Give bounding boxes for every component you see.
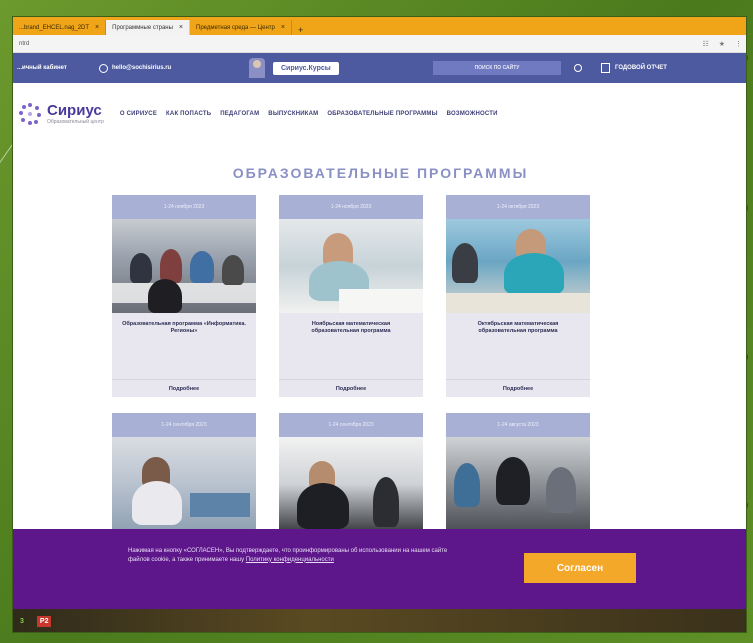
- cookie-banner: Нажимая на кнопку «СОГЛАСЕН», Вы подтвер…: [13, 529, 746, 609]
- card-title: Ноябрьская математическая образовательна…: [311, 321, 391, 335]
- taskbar-item[interactable]: 3: [17, 616, 27, 627]
- card-date: 1-24 сентября 2023: [112, 413, 256, 437]
- site-search-input[interactable]: ПОИСК ПО САЙТУ: [433, 61, 561, 75]
- card-photo: [279, 219, 423, 313]
- program-card[interactable]: 1-24 сентября 2023: [279, 413, 423, 531]
- nav-how-to-apply[interactable]: КАК ПОПАСТЬ: [166, 111, 211, 117]
- taskbar-item[interactable]: P2: [36, 616, 52, 627]
- card-date: 1-24 октября 2023: [446, 195, 590, 219]
- program-card[interactable]: 1-24 сентября 2023: [112, 413, 256, 531]
- browser-tab[interactable]: ...brand_EHCEL.nag_2DT ×: [13, 20, 107, 35]
- close-icon[interactable]: ×: [95, 24, 99, 31]
- close-icon[interactable]: ×: [281, 24, 285, 31]
- screenshot: ...brand_EHCEL.nag_2DT × Программные стр…: [12, 16, 747, 633]
- card-title: Октябрьская математическая образовательн…: [477, 321, 559, 335]
- site-top-bar: ...ичный кабинет hello@sochisirius.ru Си…: [13, 53, 746, 83]
- email-icon: [99, 63, 108, 73]
- annual-report-link[interactable]: ГОДОВОЙ ОТЧЕТ: [615, 65, 667, 71]
- details-link[interactable]: Подробнее: [279, 379, 423, 397]
- browser-tab-active[interactable]: Программные страны ×: [106, 20, 191, 35]
- page-title: ОБРАЗОВАТЕЛЬНЫЕ ПРОГРАММЫ: [232, 165, 529, 181]
- privacy-policy-link[interactable]: Политику конфиденциальности: [246, 557, 334, 563]
- nav-programs[interactable]: ОБРАЗОВАТЕЛЬНЫЕ ПРОГРАММЫ: [327, 111, 437, 117]
- card-photo: [446, 219, 590, 313]
- logo-name: Сириус: [47, 102, 102, 119]
- taskbar: 3 P2: [13, 609, 746, 632]
- bookmark-icon[interactable]: ★: [719, 40, 725, 48]
- card-date: 1-24 ноября 2023: [279, 195, 423, 219]
- close-icon[interactable]: ×: [179, 24, 183, 31]
- card-title: Образовательная программа «Информатика. …: [122, 321, 246, 335]
- tab-label: Программные страны: [112, 24, 173, 31]
- address-text[interactable]: ntrd: [19, 41, 702, 47]
- program-card[interactable]: 1-24 октября 2023 Октябрьская математиче…: [446, 195, 590, 397]
- cookie-message: Нажимая на кнопку «СОГЛАСЕН», Вы подтвер…: [128, 547, 468, 564]
- browser-tab-bar: ...brand_EHCEL.nag_2DT × Программные стр…: [13, 17, 746, 35]
- new-tab-button[interactable]: +: [292, 25, 309, 35]
- nav-teachers[interactable]: ПЕДАГОГАМ: [220, 111, 259, 117]
- card-date: 1-24 августа 2023: [446, 413, 590, 437]
- search-icon[interactable]: [567, 61, 589, 75]
- tab-label: Предметная среда — Центр: [196, 24, 275, 31]
- card-date: 1-24 ноября 2023: [112, 195, 256, 219]
- sirius-courses-button[interactable]: Сириус.Курсы: [273, 61, 339, 75]
- email-link[interactable]: hello@sochisirius.ru: [112, 65, 171, 71]
- site-logo[interactable]: Сириус Образовательный центр: [19, 103, 104, 125]
- card-photo: [112, 219, 256, 313]
- agree-button[interactable]: Согласен: [524, 553, 636, 583]
- logo-icon: [19, 103, 41, 125]
- main-navigation: Сириус Образовательный центр О СИРИУСЕ К…: [13, 97, 746, 131]
- nav-graduates[interactable]: ВЫПУСКНИКАМ: [268, 111, 318, 117]
- program-card[interactable]: 1-24 ноября 2023 Образовательная програм…: [112, 195, 256, 397]
- program-card[interactable]: 1-24 августа 2023: [446, 413, 590, 531]
- details-link[interactable]: Подробнее: [446, 379, 590, 397]
- card-date: 1-24 сентября 2023: [279, 413, 423, 437]
- logo-subtitle: Образовательный центр: [47, 119, 104, 125]
- personal-cabinet-link[interactable]: ...ичный кабинет: [17, 65, 99, 71]
- tab-label: ...brand_EHCEL.nag_2DT: [19, 24, 90, 31]
- address-bar[interactable]: ntrd ☷ ★ ⋮: [13, 35, 746, 53]
- card-photo: [112, 437, 256, 531]
- nav-about[interactable]: О СИРИУСЕ: [120, 111, 157, 117]
- details-link[interactable]: Подробнее: [112, 379, 256, 397]
- document-icon: [601, 63, 610, 73]
- menu-icon[interactable]: ⋮: [735, 40, 742, 48]
- browser-tab[interactable]: Предметная среда — Центр ×: [190, 20, 292, 35]
- mascot-icon: [249, 58, 265, 78]
- card-photo: [279, 437, 423, 531]
- nav-opportunities[interactable]: ВОЗМОЖНОСТИ: [447, 111, 498, 117]
- card-photo: [446, 437, 590, 531]
- reader-icon[interactable]: ☷: [702, 40, 708, 48]
- program-card[interactable]: 1-24 ноября 2023 Ноябрьская математическ…: [279, 195, 423, 397]
